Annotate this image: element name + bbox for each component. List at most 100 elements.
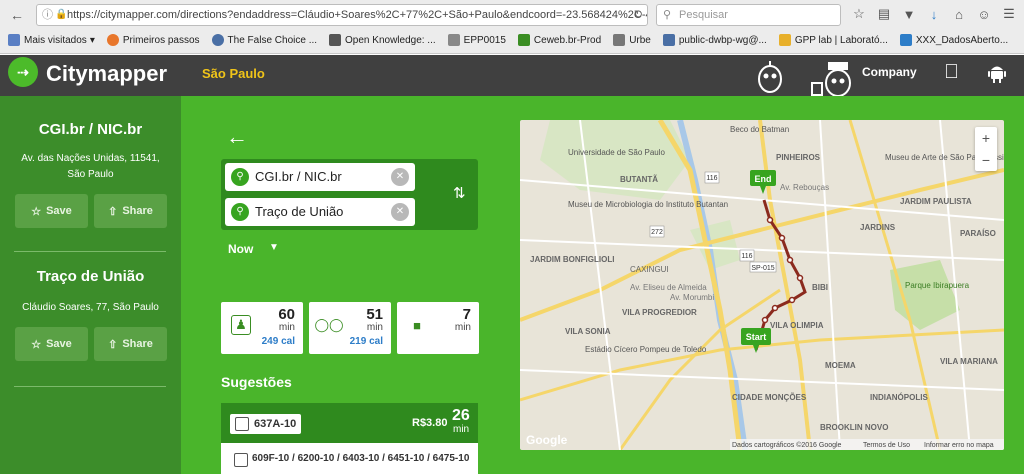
- bookmark-item[interactable]: The False Choice ...: [211, 34, 317, 46]
- browser-chrome: ← ⓘ 🔒 https://citymapper.com/directions?…: [0, 0, 1024, 54]
- back-icon[interactable]: ←: [6, 4, 28, 26]
- duration: 26: [452, 407, 470, 424]
- from-input[interactable]: ⚲ CGI.br / NIC.br ✕: [225, 163, 415, 191]
- svg-text:BIBI: BIBI: [812, 283, 828, 292]
- clear-icon[interactable]: ✕: [391, 168, 409, 186]
- svg-text:Dados cartográficos ©2016 Goog: Dados cartográficos ©2016 Google: [732, 441, 842, 449]
- svg-text:BUTANTÃ: BUTANTÃ: [620, 175, 658, 184]
- svg-text:JARDINS: JARDINS: [860, 223, 896, 232]
- to-input[interactable]: ⚲ Traço de União ✕: [225, 198, 415, 226]
- bookmark-item[interactable]: public-dwbp-wg@...: [662, 34, 767, 46]
- bike-option[interactable]: ◯◯ 51 min 219 cal: [309, 302, 391, 354]
- share-button[interactable]: ⇧ Share: [94, 194, 167, 228]
- route-suggestion[interactable]: 609F-10 / 6200-10 / 6403-10 / 6451-10 / …: [221, 443, 478, 474]
- save-button[interactable]: ☆ Save: [15, 194, 88, 228]
- route-map[interactable]: End Start 116 116 272 SP-015 Universidad…: [520, 120, 1004, 450]
- bookmark-item[interactable]: GPP lab | Laborató...: [778, 34, 888, 46]
- zoom-in-button[interactable]: +: [975, 127, 997, 149]
- search-pin-icon: ⚲: [231, 203, 249, 221]
- svg-text:VILA SONIA: VILA SONIA: [565, 327, 611, 336]
- svg-text:CAXINGUI: CAXINGUI: [630, 265, 669, 274]
- taxi-option[interactable]: ■ 7 min: [397, 302, 479, 354]
- saved-places-sidebar: CGI.br / NIC.br Av. das Nações Unidas, 1…: [0, 96, 181, 474]
- walk-option[interactable]: ♟ 60 min 249 cal: [221, 302, 303, 354]
- bookmarks-bar: Mais visitados ▾ Primeiros passos The Fal…: [0, 30, 1024, 50]
- svg-text:Beco do Batman: Beco do Batman: [730, 125, 789, 134]
- bus-icon: [234, 453, 248, 467]
- svg-text:116: 116: [706, 175, 717, 182]
- swap-icon[interactable]: ⇅: [453, 184, 466, 202]
- svg-text:Av. Morumbi: Av. Morumbi: [670, 293, 714, 302]
- apple-icon[interactable]: : [944, 61, 959, 84]
- fare: R$3.80: [412, 417, 448, 429]
- place-address: Av. das Nações Unidas, 11541, São Paulo: [21, 153, 160, 180]
- chevron-down-icon[interactable]: ▼: [269, 242, 279, 253]
- route-suggestion[interactable]: 637A-10 R$3.80 26 min: [221, 403, 478, 443]
- search-placeholder: Pesquisar: [679, 9, 728, 21]
- place-address: Cláudio Soares, 77, São Paulo: [22, 302, 159, 313]
- bookmark-star-icon[interactable]: ☆: [850, 5, 868, 23]
- bus-lines: 609F-10 / 6200-10 / 6403-10 / 6451-10 / …: [230, 453, 469, 467]
- site-header: ⇢ Citymapper São Paulo Company : [0, 55, 1024, 97]
- save-button[interactable]: ☆ Save: [15, 327, 88, 361]
- bookmark-item[interactable]: Primeiros passos: [106, 34, 200, 46]
- share-icon: ⇧: [108, 338, 118, 351]
- reading-list-icon[interactable]: ▤: [875, 5, 893, 23]
- bookmark-item[interactable]: Ceweb.br-Prod: [517, 34, 601, 46]
- place-title[interactable]: CGI.br / NIC.br: [0, 121, 181, 138]
- svg-text:Av. Eliseu de Almeida: Av. Eliseu de Almeida: [630, 283, 707, 292]
- smiley-icon[interactable]: ☺: [975, 5, 993, 23]
- brand-name[interactable]: Citymapper: [46, 61, 167, 87]
- pocket-icon[interactable]: ▼: [900, 5, 918, 23]
- place-address-wrap: Cláudio Soares, 77, São Paulo: [0, 300, 181, 316]
- map-canvas[interactable]: End Start 116 116 272 SP-015 Universidad…: [520, 120, 1004, 450]
- place-title[interactable]: Traço de União: [0, 268, 181, 285]
- company-link[interactable]: Company: [862, 65, 917, 79]
- city-selector[interactable]: São Paulo: [202, 66, 265, 81]
- clear-icon[interactable]: ✕: [391, 203, 409, 221]
- place-card: CGI.br / NIC.br: [0, 121, 181, 138]
- url-bar[interactable]: ⓘ 🔒 https://citymapper.com/directions?en…: [36, 4, 648, 26]
- time-selector[interactable]: Now: [228, 242, 253, 256]
- bookmark-item[interactable]: Mais visitados ▾: [8, 34, 95, 46]
- page-icon: [447, 34, 460, 46]
- svg-text:PARAÍSO: PARAÍSO: [960, 229, 996, 238]
- svg-text:272: 272: [651, 229, 663, 236]
- dropbox-icon: [899, 34, 912, 46]
- firefox-icon: [106, 34, 119, 46]
- menu-icon[interactable]: ☰: [1000, 5, 1018, 23]
- download-icon[interactable]: ↓: [925, 5, 943, 23]
- reload-icon[interactable]: ↻: [634, 5, 643, 25]
- svg-text:Parque Ibirapuera: Parque Ibirapuera: [905, 281, 970, 290]
- url-text: https://citymapper.com/directions?endadd…: [67, 9, 648, 21]
- route-inputs: ⚲ CGI.br / NIC.br ✕ ⚲ Traço de União ✕: [221, 159, 478, 230]
- star-icon: ☆: [31, 205, 42, 218]
- search-pin-icon: ⚲: [231, 168, 249, 186]
- back-arrow-icon[interactable]: ←: [226, 124, 248, 150]
- svg-text:Av. Rebouças: Av. Rebouças: [780, 183, 829, 192]
- svg-text:BROOKLIN NOVO: BROOKLIN NOVO: [820, 423, 888, 432]
- info-icon[interactable]: ⓘ: [42, 5, 53, 25]
- bookmark-item[interactable]: EPP0015: [447, 34, 506, 46]
- svg-text:VILA MARIANA: VILA MARIANA: [940, 357, 998, 366]
- svg-text:VILA OLIMPIA: VILA OLIMPIA: [770, 321, 824, 330]
- svg-text:CIDADE MONÇÕES: CIDADE MONÇÕES: [732, 393, 807, 402]
- folder-icon: [8, 34, 20, 46]
- svg-text:MOEMA: MOEMA: [825, 361, 856, 370]
- bus-icon: [235, 417, 249, 431]
- bookmark-item[interactable]: Urbe: [613, 34, 651, 46]
- citymapper-logo-icon[interactable]: ⇢: [8, 57, 38, 87]
- zoom-out-button[interactable]: −: [975, 149, 997, 171]
- mascot-icon: [758, 61, 782, 93]
- bookmark-item[interactable]: XXX_DadosAberto...: [899, 34, 1008, 46]
- ceweb-icon: [517, 34, 530, 46]
- svg-text:Termos de Uso: Termos de Uso: [863, 442, 910, 449]
- bookmark-item[interactable]: Open Knowledge: ...: [329, 34, 436, 46]
- svg-text:Informar erro no mapa: Informar erro no mapa: [924, 442, 994, 449]
- svg-text:Start: Start: [746, 332, 767, 342]
- android-icon[interactable]: [988, 63, 1006, 83]
- search-input[interactable]: ⚲ Pesquisar: [656, 4, 841, 26]
- svg-text:End: End: [755, 174, 772, 184]
- share-button[interactable]: ⇧ Share: [94, 327, 167, 361]
- home-icon[interactable]: ⌂: [950, 5, 968, 23]
